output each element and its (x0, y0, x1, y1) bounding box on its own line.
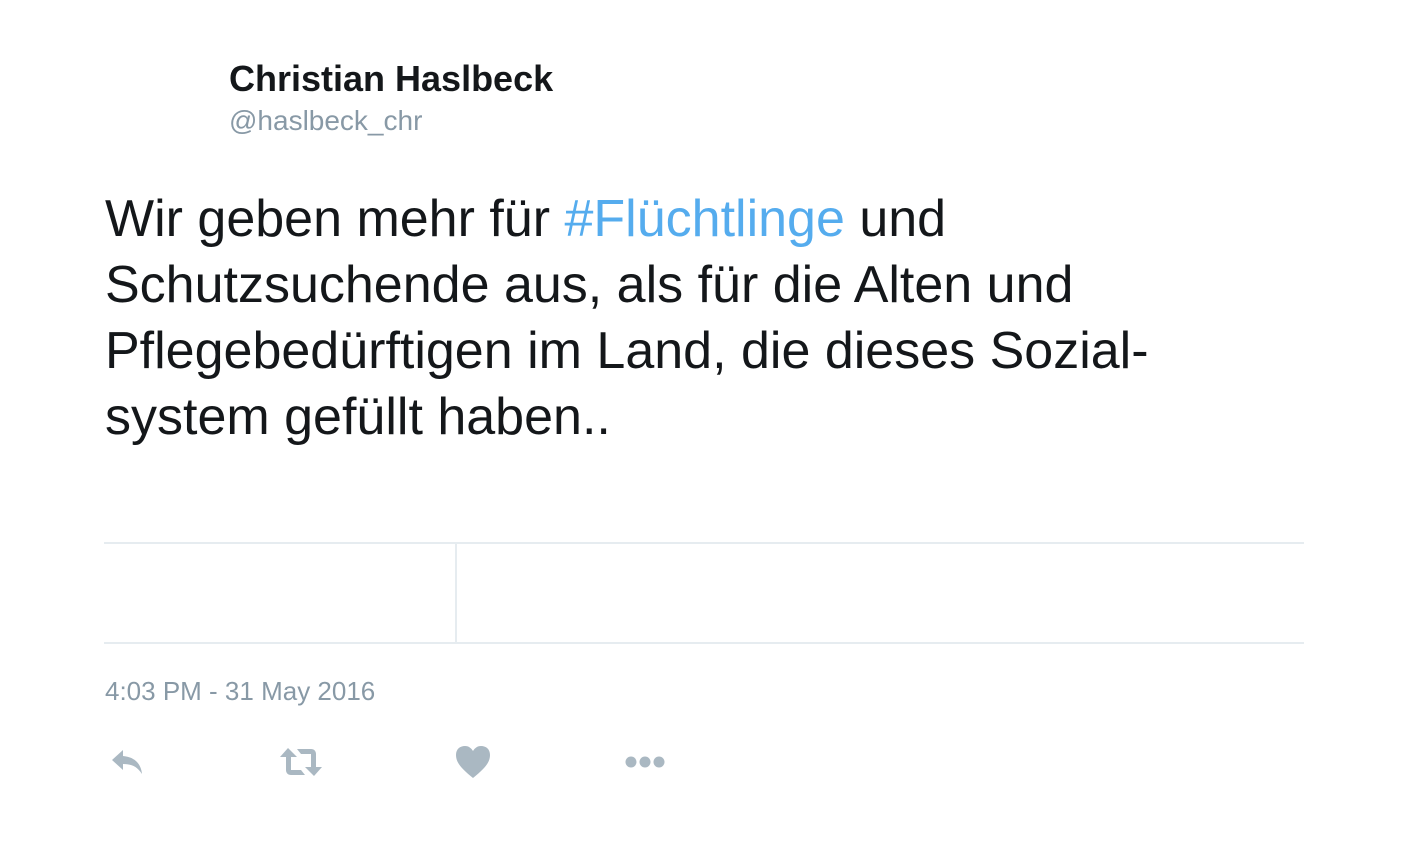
tweet-stats-bar (104, 542, 1304, 644)
reply-icon (112, 750, 142, 774)
tweet-text-line-3: Pflegebedürftigen im Land, die dieses So… (105, 322, 1149, 380)
more-button[interactable] (621, 740, 669, 784)
like-button[interactable] (449, 740, 497, 784)
tweet-text-line-4: system gefüllt haben.. (105, 388, 611, 446)
author-handle[interactable]: @haslbeck_chr (229, 105, 422, 137)
retweet-icon (280, 748, 322, 776)
tweet-text-line-1: Wir geben mehr für #Flüchtlinge und (105, 186, 1245, 252)
stats-divider (455, 544, 457, 642)
retweet-button[interactable] (277, 740, 325, 784)
author-display-name[interactable]: Christian Haslbeck (229, 58, 553, 100)
tweet-text-line-2: Schutzsuchende aus, als für die Alten un… (105, 256, 1074, 314)
tweet-text: Wir geben mehr für #Flüchtlinge und Schu… (105, 186, 1245, 450)
more-dots-icon (625, 756, 665, 768)
heart-icon (456, 746, 490, 778)
tweet-text-segment: Wir geben mehr für (105, 190, 565, 248)
reply-button[interactable] (105, 740, 153, 784)
hashtag-link[interactable]: #Flüchtlinge (565, 190, 845, 248)
tweet-timestamp[interactable]: 4:03 PM - 31 May 2016 (105, 676, 375, 707)
tweet-text-segment: und (844, 190, 947, 248)
